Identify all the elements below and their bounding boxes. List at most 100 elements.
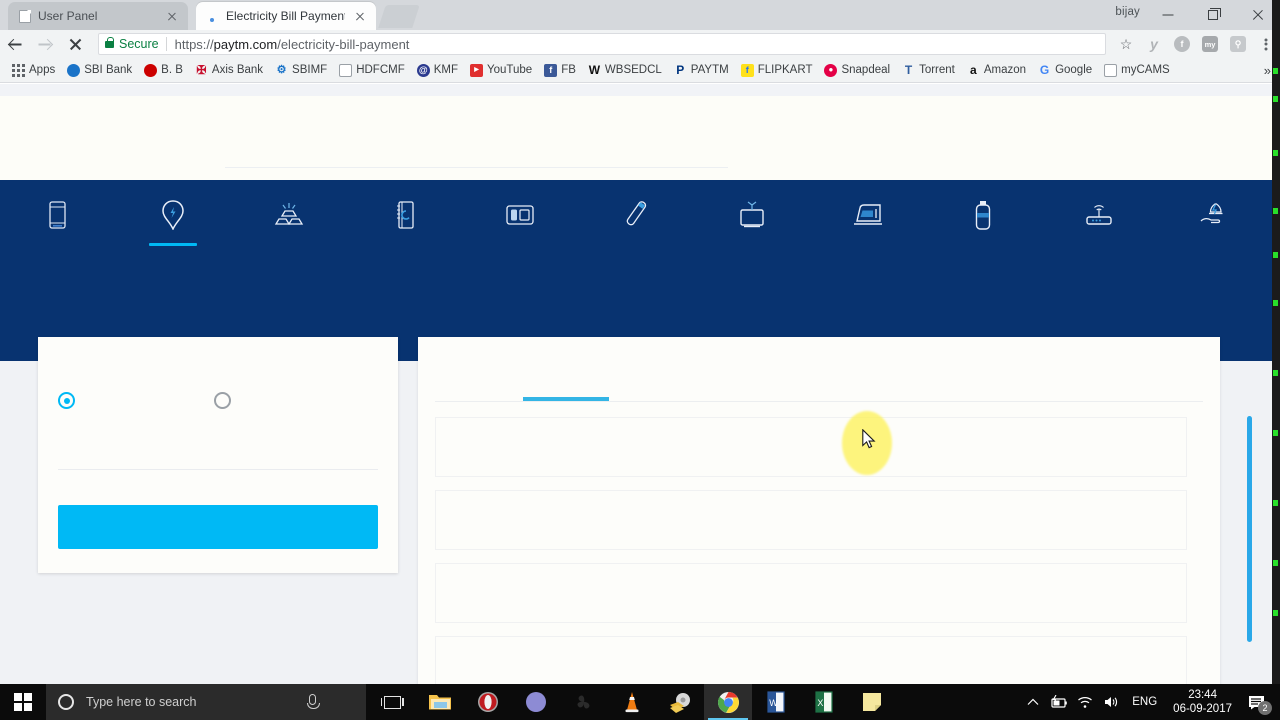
taskbar-bittorrent[interactable] (512, 684, 560, 720)
task-view-button[interactable] (372, 684, 412, 720)
category-donation[interactable] (1156, 180, 1272, 250)
bookmark-google[interactable]: G Google (1032, 60, 1098, 80)
taskbar-search-input[interactable]: Type here to search (46, 684, 366, 720)
donation-icon (1200, 203, 1223, 224)
bookmark-torrent[interactable]: T Torrent (896, 60, 961, 80)
gold-icon (274, 203, 304, 225)
star-icon: ☆ (1119, 36, 1133, 52)
secure-label: Secure (119, 37, 159, 51)
microphone-icon[interactable] (307, 694, 320, 709)
chrome-icon (717, 691, 739, 713)
bookmark-sbimf[interactable]: ⚙ SBIMF (269, 60, 333, 80)
scrollbar-track[interactable] (1195, 417, 1200, 684)
stop-loading-button[interactable] (60, 30, 90, 58)
bookmark-fb[interactable]: f FB (538, 60, 582, 80)
browser-tab-electricity-bill-payment[interactable]: Electricity Bill Payment - (196, 2, 376, 30)
browser-profile-name[interactable]: bijay (1115, 6, 1140, 18)
bookmark-apps[interactable]: Apps (6, 60, 61, 80)
script-icon: y (1150, 36, 1158, 52)
category-broadband[interactable] (1041, 180, 1157, 250)
tray-expand-button[interactable] (1020, 684, 1046, 720)
opera-icon (478, 692, 498, 712)
category-mobile-recharge[interactable] (0, 180, 116, 250)
tab-strip: User Panel Electricity Bill Payment - bi… (0, 0, 1280, 30)
category-gas-cylinder[interactable] (925, 180, 1041, 250)
task-view-icon (380, 695, 404, 709)
radio-option-1[interactable] (58, 392, 75, 409)
facebook-icon: f (1174, 36, 1190, 52)
taskbar-microsoft-word[interactable]: W (752, 684, 800, 720)
window-minimize-button[interactable] (1145, 0, 1190, 30)
page-favicon-icon (19, 9, 31, 23)
list-item[interactable] (435, 636, 1187, 684)
file-explorer-icon (429, 695, 451, 710)
windows-taskbar: Type here to search W X ENG 23:44 06-09-… (0, 684, 1280, 720)
page-favicon-icon (207, 10, 219, 23)
bookmark-amazon[interactable]: a Amazon (961, 60, 1032, 80)
category-gold[interactable] (231, 180, 347, 250)
bookmarks-bar: Apps SBI Bank B. B ✠ Axis Bank ⚙ SBIMF HDF… (0, 58, 1280, 83)
bookmark-kmf[interactable]: @ KMF (411, 60, 464, 80)
category-landline[interactable] (463, 180, 579, 250)
extension-script-button[interactable]: y (1140, 30, 1168, 58)
category-metro-train[interactable] (809, 180, 925, 250)
bookmark-axis-bank[interactable]: ✠ Axis Bank (189, 60, 269, 80)
bookmark-sbi-bank[interactable]: SBI Bank (61, 60, 138, 80)
extension-search-button[interactable]: ⚲ (1224, 30, 1252, 58)
battery-button[interactable] (1046, 684, 1072, 720)
bookmark-star-button[interactable]: ☆ (1112, 30, 1140, 58)
category-nav-bar (0, 180, 1272, 361)
new-tab-button[interactable] (378, 5, 420, 28)
category-pen[interactable] (578, 180, 694, 250)
language-indicator[interactable]: ENG (1124, 696, 1165, 708)
category-book[interactable] (347, 180, 463, 250)
close-tab-icon[interactable] (352, 8, 368, 24)
taskbar-money-disk-app[interactable] (656, 684, 704, 720)
taskbar-file-explorer[interactable] (416, 684, 464, 720)
category-dth-tv[interactable] (694, 180, 810, 250)
taskbar-sticky-notes[interactable] (848, 684, 896, 720)
list-item[interactable] (435, 563, 1187, 623)
bookmark-youtube[interactable]: ▶ YouTube (464, 60, 538, 80)
bookmark-hdfcmf[interactable]: HDFCMF (333, 60, 411, 80)
taskbar-fan-app[interactable] (560, 684, 608, 720)
chevron-up-icon (1027, 698, 1039, 705)
kmf-icon: @ (416, 63, 430, 77)
forward-button[interactable] (30, 30, 60, 58)
extension-facebook-button[interactable]: f (1168, 30, 1196, 58)
taskbar-opera[interactable] (464, 684, 512, 720)
list-item[interactable] (435, 490, 1187, 550)
taskbar-app-list: W X (416, 684, 896, 720)
bookmark-wbsedcl[interactable]: W WBSEDCL (582, 60, 668, 80)
extension-my-button[interactable]: my (1196, 30, 1224, 58)
youtube-icon: ▶ (470, 63, 484, 77)
address-bar[interactable]: Secure https://paytm.com/electricity-bil… (98, 33, 1106, 55)
bookmark-bb[interactable]: B. B (138, 60, 189, 80)
list-item[interactable] (435, 417, 1187, 477)
taskbar-microsoft-excel[interactable]: X (800, 684, 848, 720)
chrome-browser-window: User Panel Electricity Bill Payment - bi… (0, 0, 1280, 684)
radio-option-2[interactable] (214, 392, 231, 409)
bookmark-snapdeal[interactable]: ● Snapdeal (818, 60, 896, 80)
vlc-cone-icon (625, 692, 639, 713)
search-bar-placeholder[interactable] (225, 167, 728, 168)
browser-tab-user-panel[interactable]: User Panel (8, 2, 188, 30)
taskbar-google-chrome[interactable] (704, 684, 752, 720)
volume-button[interactable] (1098, 684, 1124, 720)
action-center-button[interactable]: 2 (1240, 684, 1274, 720)
metro-train-icon (854, 204, 883, 225)
page-scrollbar-thumb[interactable] (1247, 416, 1252, 642)
start-button[interactable] (0, 684, 46, 720)
clock[interactable]: 23:44 06-09-2017 (1165, 688, 1240, 716)
fan-icon (577, 695, 590, 709)
wifi-button[interactable] (1072, 684, 1098, 720)
bookmark-flipkart[interactable]: f FLIPKART (735, 60, 819, 80)
close-tab-icon[interactable] (164, 8, 180, 24)
window-maximize-button[interactable] (1190, 0, 1235, 30)
bookmark-paytm[interactable]: P PAYTM (668, 60, 735, 80)
back-button[interactable] (0, 30, 30, 58)
taskbar-vlc[interactable] (608, 684, 656, 720)
bookmark-mycams[interactable]: myCAMS (1098, 60, 1176, 80)
category-electricity-bill[interactable] (116, 180, 232, 250)
proceed-button[interactable] (58, 505, 378, 549)
